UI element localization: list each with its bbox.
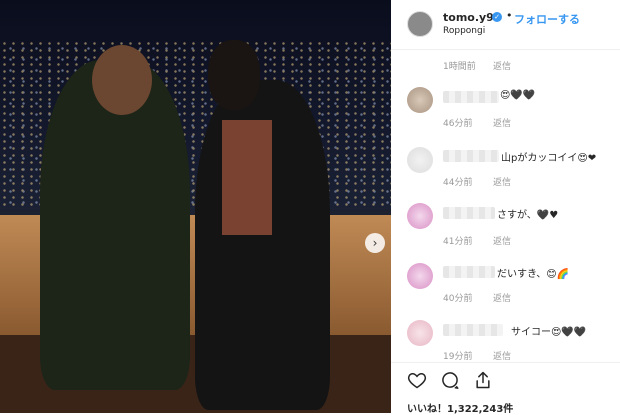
actions-divider: [391, 362, 620, 363]
author-username[interactable]: tomo.y9: [443, 11, 494, 24]
person-right-shirt: [222, 120, 272, 235]
comment-avatar[interactable]: [407, 320, 433, 346]
blurred-username: [443, 91, 499, 103]
comment-icon[interactable]: [440, 370, 460, 390]
verified-badge-icon: ✓: [492, 12, 502, 22]
person-left-head: [92, 45, 152, 115]
header-divider: [391, 49, 620, 50]
reply-button[interactable]: 返信: [493, 291, 511, 304]
author-avatar[interactable]: [407, 11, 433, 37]
comment-text: だいすき、😊🌈: [497, 269, 570, 280]
share-icon[interactable]: [473, 370, 493, 390]
post-sidebar: tomo.y9 ✓ • フォローする Roppongi 1時間前 返信 😍🖤🖤 …: [391, 0, 620, 415]
comment-avatar[interactable]: [407, 203, 433, 229]
follow-button[interactable]: フォローする: [514, 11, 580, 27]
reply-button[interactable]: 返信: [493, 349, 511, 362]
comment-text: 😍🖤🖤: [500, 90, 536, 101]
person-right-head: [208, 40, 260, 110]
comment-time: 46分前: [443, 119, 473, 129]
comment-text: さすが、🖤♥: [497, 210, 559, 221]
reply-button[interactable]: 返信: [493, 59, 511, 72]
location-link[interactable]: Roppongi: [443, 26, 485, 36]
next-photo-arrow-icon[interactable]: ›: [365, 233, 385, 253]
comment-time: 41分前: [443, 237, 473, 247]
comment-time: 44分前: [443, 178, 473, 188]
comment-time: 1時間前: [443, 62, 476, 72]
reply-button[interactable]: 返信: [493, 234, 511, 247]
blurred-username: [443, 207, 495, 219]
blurred-username: [443, 266, 495, 278]
post-photo: ›: [0, 0, 391, 413]
comment-avatar[interactable]: [407, 263, 433, 289]
post-header: tomo.y9 ✓ • フォローする Roppongi: [391, 0, 620, 44]
comment-avatar[interactable]: [407, 87, 433, 113]
reply-button[interactable]: 返信: [493, 116, 511, 129]
comment-avatar[interactable]: [407, 147, 433, 173]
comment-text: サイコー😍🖤🖤: [511, 327, 587, 338]
blurred-username: [443, 150, 499, 162]
heart-icon[interactable]: [407, 370, 427, 390]
comment-time: 19分前: [443, 352, 473, 362]
blurred-username: [443, 324, 503, 336]
comment-time: 40分前: [443, 294, 473, 304]
separator-dot: •: [506, 9, 513, 22]
reply-button[interactable]: 返信: [493, 175, 511, 188]
comment-text: 山pがカッコイイ😍❤: [501, 153, 597, 164]
